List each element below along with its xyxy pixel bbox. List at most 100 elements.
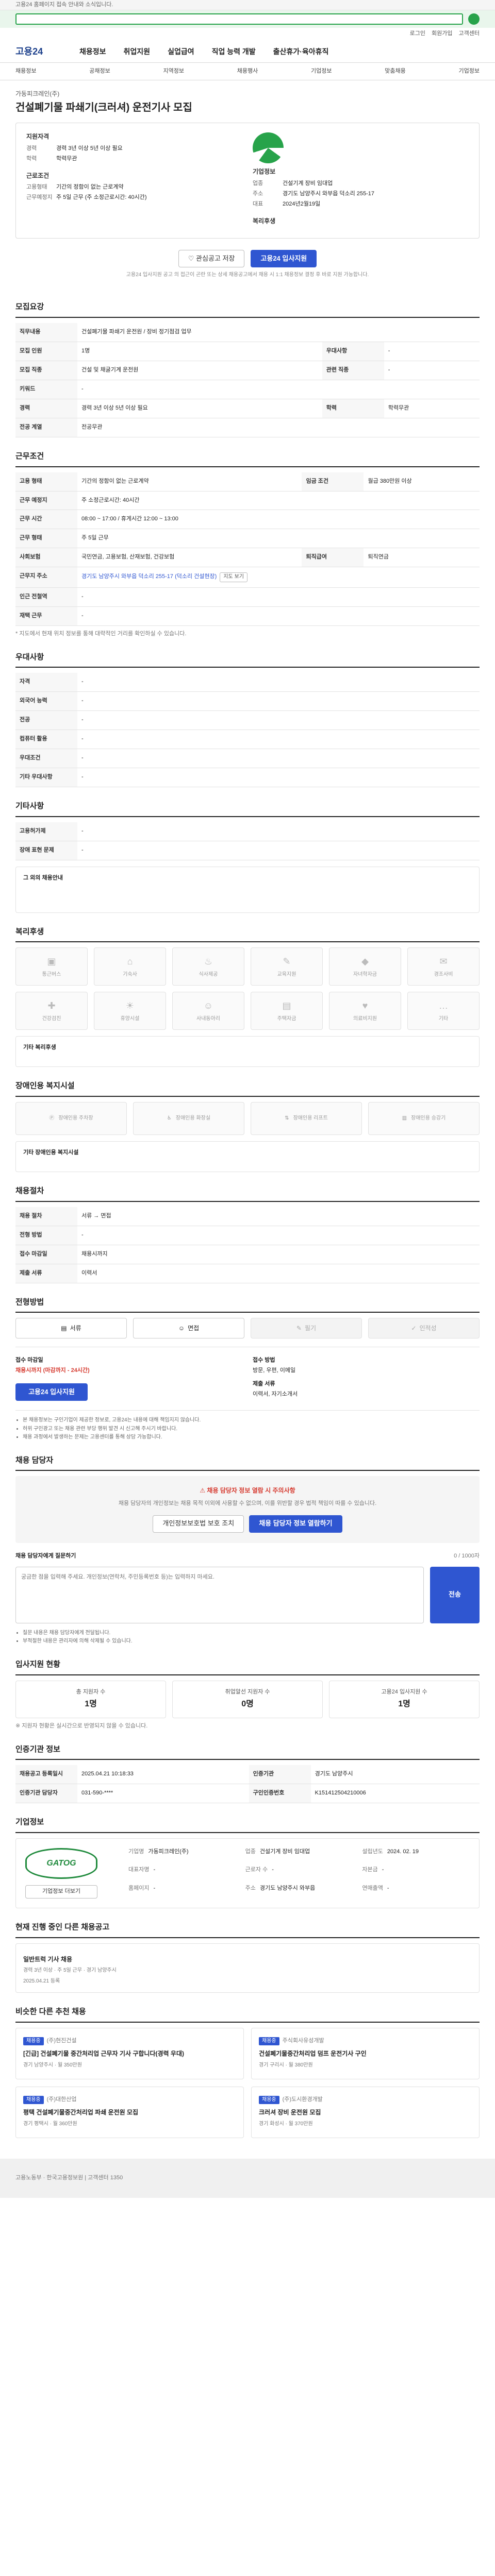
field-key: 홈페이지 [128,1885,150,1891]
map-button[interactable]: 지도 보기 [220,572,248,582]
health-icon: ✚ [47,1001,56,1011]
welfare-other-label: 기타 복리후생 [23,1044,56,1051]
utility-links: 로그인 회원가입 고객센터 [0,28,495,40]
row-key: 퇴직급여 [302,548,364,568]
footer-text: 고용노동부 · 한국고용정보원 | 고객센터 1350 [15,2174,123,2181]
summary-corp: 기업정보 업종 건설기계 장비 임대업 주소 경기도 남양주시 와부읍 덕소리 25… [253,167,469,208]
row-key: 학력 [322,399,384,418]
apply-button[interactable]: 고용24 입사지원 [251,249,317,267]
recommend-title[interactable]: 크러셔 장비 운전원 모집 [259,2108,472,2117]
kv-value: 2024년2월19일 [283,200,321,207]
other-job-title[interactable]: 일반트럭 기사 채용 [23,1955,472,1964]
contact-panel: ⚠ 채용 담당자 정보 열람 시 주의사항 채용 담당자의 개인정보는 채용 목… [15,1476,480,1543]
welfare-label: 기숙사 [123,972,137,978]
nav-training[interactable]: 직업 능력 개발 [212,46,256,57]
subnav-item[interactable]: 채용정보 [15,67,36,76]
kv-value: 기간의 정함이 없는 근로계약 [56,184,124,191]
subnav-item[interactable]: 맞춤채용 [385,67,405,76]
row-key: 근무지 주소 [15,567,77,588]
stat-card: 총 지원자 수 1명 [15,1680,166,1718]
company-name[interactable]: 가동피크레인(주) [15,90,480,98]
login-link[interactable]: 로그인 [410,30,425,38]
qa-input[interactable] [15,1566,424,1623]
field-value: 경기도 남양주시 와부읍 [259,1885,316,1891]
field-value: - [382,1867,384,1873]
recommend-grid: 채용중 (주)현진건설 [긴급] 건설폐기물 중간처리업 근무자 기사 구합니다(경… [15,2027,480,2138]
welfare-label: 경조사비 [434,972,453,978]
field-value: - [153,1885,156,1891]
notice-item: 본 채용정보는 구인기업이 제공한 정보로, 고용24는 내용에 대해 책임지지… [23,1417,480,1425]
row-value: - [77,380,480,399]
privacy-button[interactable]: 개인정보보호법 보호 조치 [153,1515,244,1533]
recommend-card[interactable]: 채용중 (주)현진건설 [긴급] 건설폐기물 중간처리업 근무자 기사 구합니다(경… [15,2027,244,2079]
welfare-item: ▤ 주택자금 [251,992,323,1030]
conditions-table: 고용 형태 기간의 정함이 없는 근로계약 임금 조건 월급 380만원 이상 근무 … [15,472,480,626]
kv-key: 대표 [253,200,263,207]
global-search-input[interactable] [15,13,463,25]
apply-note: 고용24 입사지원 공고 의 접근이 곤란 또는 상세 채용공고에서 채용 시 … [126,272,369,278]
workplace-address[interactable]: 경기도 남양주시 와부읍 덕소리 255-17 (덕소리 건설현장) [81,573,217,580]
signup-link[interactable]: 회원가입 [432,30,452,38]
help-link[interactable]: 고객센터 [459,30,480,38]
recommend-card[interactable]: 채용중 (주)대한산업 평택 건설폐기물중간처리업 파쇄 운전원 모집 경기 평택시 … [15,2086,244,2138]
other-job-card[interactable]: 일반트럭 기사 채용 경력 3년 이상 · 주 5일 근무 · 경기 남양주시 … [15,1943,480,1993]
facility-item: ♿ 장애인용 화장실 [133,1102,244,1136]
job-summary-card: 지원자격 경력 경력 3년 이상 5년 이상 필요 학력 학력무관 근로조건 고용형… [15,123,480,239]
qa-label: 채용 담당자에게 질문하기 [15,1552,76,1559]
elevator-icon: ▥ [402,1115,407,1121]
company-more-button[interactable]: 기업정보 더보기 [25,1885,97,1899]
field-value: 2024. 02. 19 [387,1848,419,1855]
field-key: 대표자명 [128,1867,150,1873]
scrap-button[interactable]: ♡ 관심공고 저장 [178,249,245,267]
row-key: 기타 우대사항 [15,768,77,787]
search-icon[interactable] [468,13,480,25]
recommend-title[interactable]: 건설폐기물중간처리업 덤프 운전기사 구인 [259,2049,472,2058]
heart-icon: ♡ [188,254,196,262]
qa-submit-button[interactable]: 전송 [430,1566,480,1623]
bus-icon: ▣ [47,956,56,967]
row-key: 키워드 [15,380,77,399]
nav-parental-leave[interactable]: 출산휴가·육아휴직 [273,46,329,57]
subnav-item[interactable]: 지역정보 [163,67,184,76]
row-key: 전공 [15,710,77,731]
method-interview: ☺ 면접 [133,1318,244,1339]
summary-terms: 근로조건 고용형태 기간의 정함이 없는 근로계약 근무예정지 주 5일 근무 (주… [26,172,242,202]
subnav-item[interactable]: 기업정보 [311,67,332,76]
recommend-title[interactable]: 평택 건설폐기물중간처리업 파쇄 운전원 모집 [23,2108,236,2117]
conditions-footnote: * 지도에서 현재 위치 정보를 통해 대략적인 거리를 확인하실 수 있습니다… [15,630,187,637]
subnav-item[interactable]: 채용행사 [237,67,258,76]
global-search-strip [0,10,495,28]
preference-table: 자격 - 외국어 능력 - 전공 - 컴퓨터 활용 - 우대조건 - 기타 우대사항 - [15,673,480,787]
apply-button-bottom[interactable]: 고용24 입사지원 [15,1383,88,1401]
facility-item: ▥ 장애인용 승강기 [368,1102,480,1136]
nav-employment-support[interactable]: 취업지원 [124,46,151,57]
top-notice: 고용24 홈페이지 접속 안내와 소식입니다. [15,2,113,8]
welfare-item: ♥ 의료비지원 [329,992,401,1030]
stat-value: 1명 [85,1700,97,1709]
welfare-item: … 기타 [407,992,480,1030]
field-key: 설립년도 [362,1848,383,1855]
welfare-item: ⌂ 기숙사 [94,947,166,986]
recommend-card[interactable]: 채용중 (주)도시환경개발 크러셔 장비 운전원 모집 경기 화성시 · 월 370만… [251,2086,480,2138]
row-key: 전형 방법 [15,1226,77,1245]
subnav-item[interactable]: 기업정보 [459,67,480,76]
recruit-table: 직무내용 건설폐기물 파쇄기 운전원 / 장비 정기점검 업무 모집 인원 1명 우대… [15,323,480,437]
resort-icon: ☀ [125,1001,135,1011]
welfare-label: 교육지원 [277,972,296,978]
recommend-company: (주)도시환경개발 [282,2096,323,2103]
site-logo[interactable]: 고용24 [15,45,62,58]
recommend-title[interactable]: [긴급] 건설폐기물 중간처리업 근무자 기사 구합니다(경력 우대) [23,2049,236,2058]
contact-desc: 채용 담당자의 개인정보는 채용 목적 이외에 사용할 수 없으며, 이를 위반… [118,1500,377,1506]
nav-jobs[interactable]: 채용정보 [79,46,106,57]
subnav-item[interactable]: 공채정보 [89,67,110,76]
other-job-meta: 경력 3년 이상 · 주 5일 근무 · 경기 남양주시 [23,1968,117,1974]
section-title-contact: 채용 담당자 [15,1455,480,1471]
welfare-item: ◆ 자녀학자금 [329,947,401,986]
nav-unemployment-benefit[interactable]: 실업급여 [168,46,194,57]
view-contact-button[interactable]: 채용 담당자 정보 열람하기 [249,1515,342,1533]
job-header: 가동피크레인(주) 건설폐기물 파쇄기(크러셔) 운전기사 모집 지원자격 경력… [15,80,480,288]
apply-stats: 총 지원자 수 1명 취업알선 지원자 수 0명 고용24 입사지원 수 1명 [15,1680,480,1718]
row-value: 건설폐기물 파쇄기 운전원 / 장비 정기점검 업무 [77,323,480,343]
recommend-card[interactable]: 채용중 주식회사유성개발 건설폐기물중간처리업 덤프 운전기사 구인 경기 구리시 ·… [251,2027,480,2079]
welfare-item: ♨ 식사제공 [172,947,244,986]
